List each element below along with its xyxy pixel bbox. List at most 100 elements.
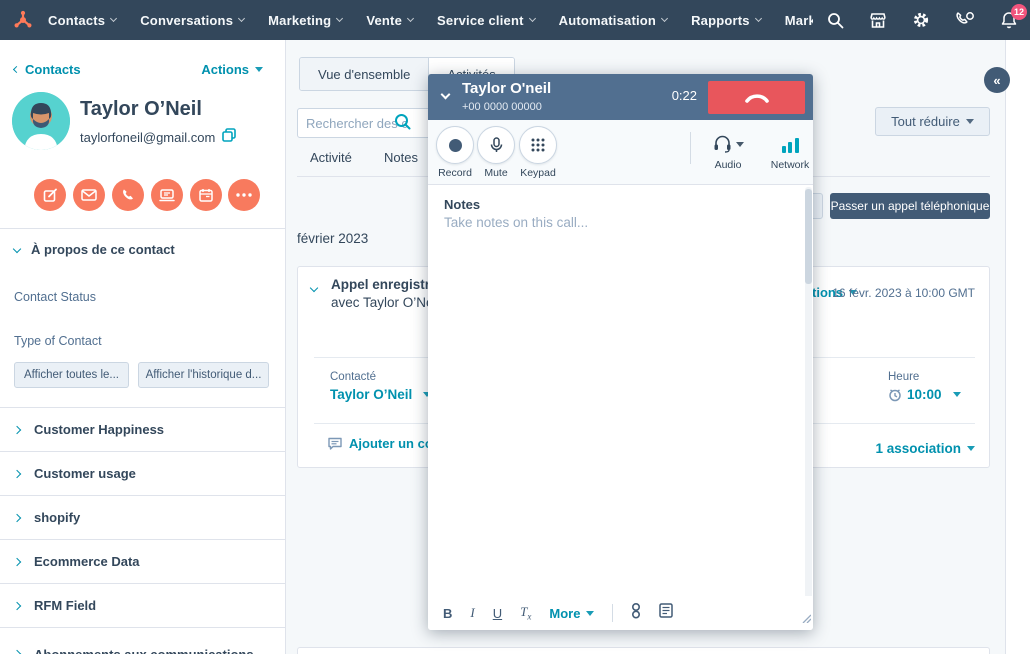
tab-vue-densemble[interactable]: Vue d'ensemble: [300, 58, 429, 90]
clock-icon: [888, 388, 902, 402]
resize-handle[interactable]: [801, 610, 811, 628]
collapse-card-chevron-icon[interactable]: [310, 284, 318, 292]
network-status-button[interactable]: Network: [762, 132, 818, 171]
contact-name: Taylor O’Neil: [80, 98, 202, 121]
timeline-month-header: février 2023: [297, 231, 368, 246]
audio-settings-button[interactable]: Audio: [700, 132, 756, 171]
time-value-dropdown[interactable]: 10:00: [888, 387, 961, 402]
italic-button[interactable]: I: [470, 605, 474, 621]
call-widget-header: Taylor O'neil +00 0000 00000 0:22: [428, 74, 813, 120]
nav-item-automatisation[interactable]: Automatisation: [559, 13, 667, 28]
notifications-bell-icon[interactable]: 12: [1000, 11, 1018, 30]
clear-formatting-button[interactable]: Tx: [520, 604, 531, 622]
nav-menu: Contacts Conversations Marketing Vente S…: [48, 13, 813, 28]
back-to-contacts-link[interactable]: Contacts: [14, 62, 81, 77]
add-comment-link[interactable]: Ajouter un com: [328, 436, 444, 451]
field-contact-status: Contact Status: [14, 290, 96, 304]
associations-dropdown[interactable]: 1 association: [875, 441, 975, 456]
right-panel-collapsed: [1005, 40, 1030, 654]
subtab-activite[interactable]: Activité: [310, 150, 352, 165]
about-section-header[interactable]: À propos de ce contact: [14, 242, 175, 257]
microphone-icon: [490, 137, 503, 153]
marketplace-icon[interactable]: [869, 12, 887, 29]
notification-badge: 12: [1011, 4, 1027, 20]
meeting-button[interactable]: [190, 179, 222, 211]
chevron-right-icon: [13, 469, 21, 477]
chevron-right-icon: [13, 650, 21, 654]
divider: [612, 604, 613, 622]
underline-button[interactable]: U: [493, 606, 502, 621]
sidebar-section-shopify[interactable]: shopify: [0, 496, 285, 540]
divider: [0, 228, 286, 229]
divider: [690, 132, 691, 164]
make-phone-call-button[interactable]: Passer un appel téléphonique: [830, 193, 990, 219]
minimize-call-chevron-icon[interactable]: [441, 90, 451, 100]
top-nav: Contacts Conversations Marketing Vente S…: [0, 0, 1030, 40]
notes-format-toolbar: B I U Tx More: [428, 596, 813, 630]
sidebar-section-subscriptions[interactable]: Abonnements aux communications: [0, 628, 285, 654]
next-activity-card-edge: [297, 647, 990, 654]
call-widget: Taylor O'neil +00 0000 00000 0:22 Record…: [428, 74, 813, 630]
actions-dropdown[interactable]: Actions: [201, 62, 263, 77]
bold-button[interactable]: B: [443, 606, 452, 621]
contacted-label: Contacté: [330, 371, 376, 383]
sidebar-section-customer-happiness[interactable]: Customer Happiness: [0, 408, 285, 452]
search-icon[interactable]: [827, 12, 844, 29]
activity-timestamp: 16 févr. 2023 à 10:00 GMT: [832, 286, 975, 300]
nav-item-contacts[interactable]: Contacts: [48, 13, 116, 28]
hubspot-logo-icon[interactable]: [12, 9, 34, 31]
hubspot-contact-page: Contacts Conversations Marketing Vente S…: [0, 0, 1030, 654]
more-formatting-dropdown[interactable]: More: [549, 606, 594, 621]
notes-textarea-placeholder[interactable]: Take notes on this call...: [444, 215, 588, 230]
subtab-notes[interactable]: Notes: [384, 150, 418, 165]
hang-up-phone-icon: [744, 93, 770, 103]
calls-icon[interactable]: [955, 11, 975, 29]
hang-up-button[interactable]: [708, 81, 805, 114]
note-button[interactable]: [34, 179, 66, 211]
collapse-all-button[interactable]: Tout réduire: [875, 107, 990, 136]
expand-right-panel-button[interactable]: «: [984, 67, 1010, 93]
chevron-right-icon: [13, 425, 21, 433]
search-icon: [394, 113, 411, 135]
chevron-right-icon: [13, 601, 21, 609]
more-actions-button[interactable]: [228, 179, 260, 211]
call-timer: 0:22: [672, 88, 697, 103]
call-controls-row: Record Mute Keypad Audio: [428, 120, 813, 185]
field-type-of-contact: Type of Contact: [14, 334, 102, 348]
call-button[interactable]: [112, 179, 144, 211]
activity-subtitle: avec Taylor O’Neil: [331, 295, 440, 310]
record-dot-icon: [448, 138, 463, 153]
keypad-button[interactable]: Keypad: [519, 126, 557, 179]
nav-item-vente[interactable]: Vente: [366, 13, 413, 28]
nav-item-marketplace[interactable]: Marketplace des ressources: [785, 13, 813, 28]
mute-button[interactable]: Mute: [477, 126, 515, 179]
settings-gear-icon[interactable]: [912, 11, 930, 29]
show-all-properties-button[interactable]: Afficher toutes le...: [14, 362, 129, 388]
email-button[interactable]: [73, 179, 105, 211]
record-button[interactable]: Record: [436, 126, 474, 179]
nav-item-service-client[interactable]: Service client: [437, 13, 535, 28]
quick-actions-row: [0, 179, 286, 211]
chevron-right-icon: [13, 513, 21, 521]
copy-email-icon[interactable]: [222, 128, 236, 147]
chat-button[interactable]: [151, 179, 183, 211]
comment-icon: [328, 437, 342, 450]
nav-item-conversations[interactable]: Conversations: [140, 13, 244, 28]
sidebar-section-ecommerce-data[interactable]: Ecommerce Data: [0, 540, 285, 584]
templates-icon[interactable]: [659, 603, 673, 623]
snippets-icon[interactable]: [631, 603, 641, 624]
time-label: Heure: [888, 371, 919, 383]
call-widget-scrollbar[interactable]: [805, 187, 812, 625]
contact-email[interactable]: taylorfoneil@gmail.com: [80, 130, 215, 145]
show-property-history-button[interactable]: Afficher l'historique d...: [138, 362, 269, 388]
chevron-down-icon: [13, 244, 21, 252]
sidebar-section-customer-usage[interactable]: Customer usage: [0, 452, 285, 496]
contacted-value-dropdown[interactable]: Taylor O’Neil: [330, 387, 431, 402]
nav-item-rapports[interactable]: Rapports: [691, 13, 761, 28]
nav-item-marketing[interactable]: Marketing: [268, 13, 342, 28]
sidebar-section-rfm-field[interactable]: RFM Field: [0, 584, 285, 628]
chevron-right-icon: [13, 557, 21, 565]
contact-sidebar: Contacts Actions Taylor O’Neil taylorfon…: [0, 40, 286, 654]
headset-icon: [713, 135, 732, 153]
call-phone-number: +00 0000 00000: [462, 101, 542, 113]
